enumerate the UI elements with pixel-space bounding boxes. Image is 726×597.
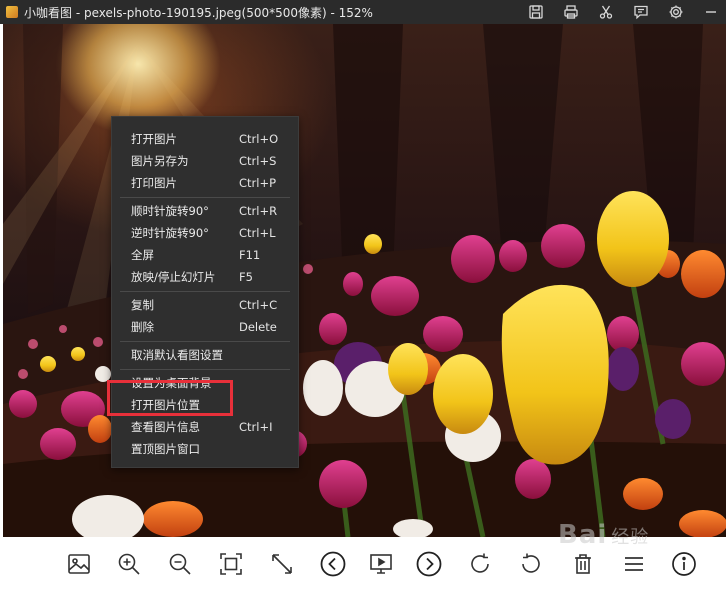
menu-item-pin-window[interactable]: 置顶图片窗口: [112, 438, 298, 460]
zoom-in-icon[interactable]: [112, 547, 146, 581]
actual-size-icon[interactable]: [265, 547, 299, 581]
menu-separator: [120, 197, 290, 198]
previous-icon[interactable]: [316, 547, 350, 581]
image-viewer-window: 小咖看图 - pexels-photo-190195.jpeg(500*500像…: [0, 0, 726, 597]
scissors-icon[interactable]: [597, 3, 615, 21]
menu-item-cancel-default-viewer[interactable]: 取消默认看图设置: [112, 344, 298, 366]
next-icon[interactable]: [412, 547, 446, 581]
fit-window-icon[interactable]: [214, 547, 248, 581]
menu-item-fullscreen[interactable]: 全屏 F11: [112, 244, 298, 266]
menu-item-rotate-counterclockwise[interactable]: 逆时针旋转90° Ctrl+L: [112, 222, 298, 244]
save-icon[interactable]: [527, 3, 545, 21]
menu-item-slideshow[interactable]: 放映/停止幻灯片 F5: [112, 266, 298, 288]
image-icon[interactable]: [62, 547, 96, 581]
menu-item-open-image[interactable]: 打开图片 Ctrl+O: [112, 128, 298, 150]
slideshow-icon[interactable]: [364, 547, 398, 581]
menu-separator: [120, 341, 290, 342]
highlight-annotation: [107, 380, 233, 416]
menu-item-image-info[interactable]: 查看图片信息 Ctrl+I: [112, 416, 298, 438]
menu-separator: [120, 369, 290, 370]
title-bar: 小咖看图 - pexels-photo-190195.jpeg(500*500像…: [0, 0, 726, 24]
zoom-out-icon[interactable]: [163, 547, 197, 581]
menu-icon[interactable]: [617, 547, 651, 581]
rotate-counterclockwise-icon[interactable]: [514, 547, 548, 581]
print-icon[interactable]: [562, 3, 580, 21]
menu-item-print[interactable]: 打印图片 Ctrl+P: [112, 172, 298, 194]
comment-icon[interactable]: [632, 3, 650, 21]
minimize-icon[interactable]: [702, 3, 720, 21]
baidu-watermark: Bai 经验: [558, 520, 650, 550]
app-logo-icon: [6, 6, 18, 18]
gear-icon[interactable]: [667, 3, 685, 21]
menu-separator: [120, 291, 290, 292]
titlebar-actions: [510, 0, 720, 24]
menu-item-delete[interactable]: 删除 Delete: [112, 316, 298, 338]
info-icon[interactable]: [667, 547, 701, 581]
window-title: 小咖看图 - pexels-photo-190195.jpeg(500*500像…: [24, 5, 373, 20]
menu-item-copy[interactable]: 复制 Ctrl+C: [112, 294, 298, 316]
menu-item-rotate-clockwise[interactable]: 顺时针旋转90° Ctrl+R: [112, 200, 298, 222]
menu-item-save-as[interactable]: 图片另存为 Ctrl+S: [112, 150, 298, 172]
delete-icon[interactable]: [566, 547, 600, 581]
rotate-clockwise-icon[interactable]: [463, 547, 497, 581]
